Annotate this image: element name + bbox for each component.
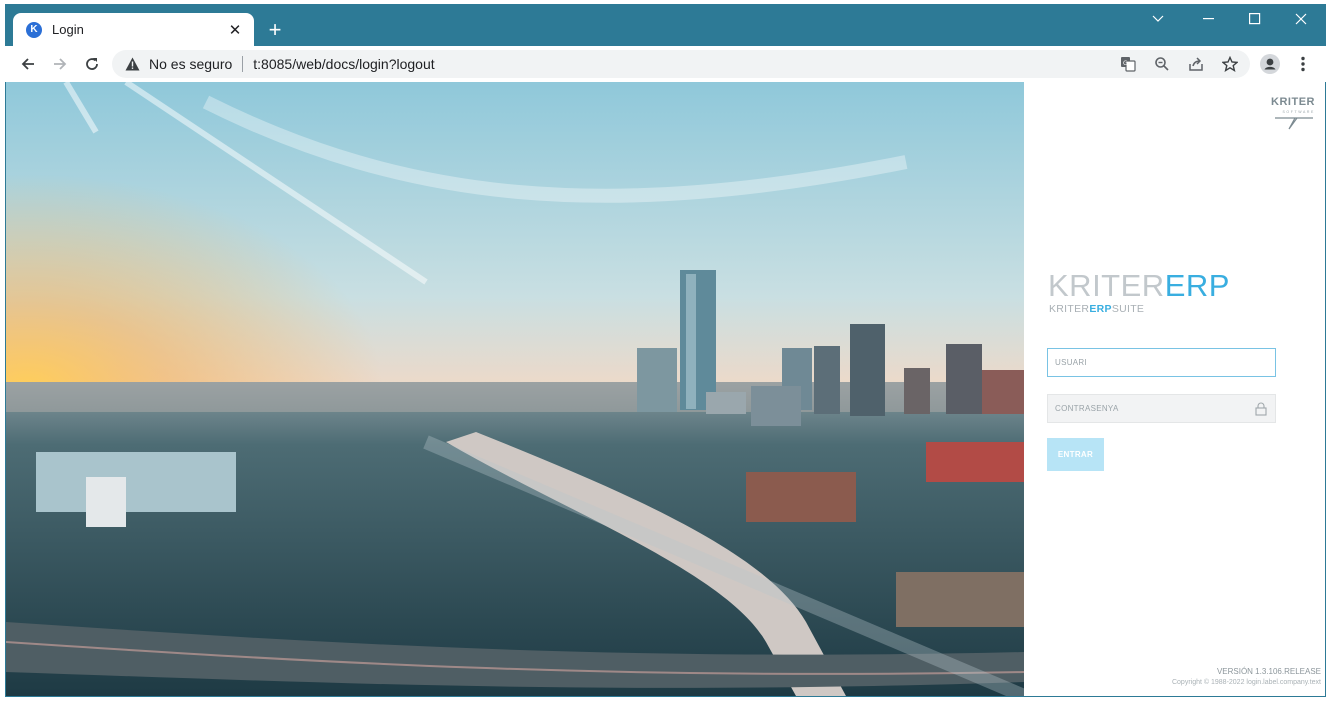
title-bar: K Login ✕ + xyxy=(5,4,1326,46)
login-panel: KRITER SOFTWARE KRITERERP KRITERERPSUITE… xyxy=(1024,82,1325,696)
share-icon[interactable] xyxy=(1182,50,1210,78)
maximize-icon[interactable] xyxy=(1232,4,1278,34)
address-separator xyxy=(242,56,244,72)
city-skyline-background-image xyxy=(6,82,1024,696)
back-arrow-icon[interactable] xyxy=(14,50,42,78)
suite-name-part2: ERP xyxy=(1089,303,1112,315)
address-bar[interactable]: No es seguro t:8085/web/docs/login?logou… xyxy=(112,50,1250,78)
tab-close-icon[interactable]: ✕ xyxy=(226,21,244,39)
address-bar-actions: G xyxy=(1114,50,1244,78)
bookmark-star-icon[interactable] xyxy=(1216,50,1244,78)
suite-name-part1: KRITER xyxy=(1049,303,1090,315)
username-input[interactable]: USUARI xyxy=(1047,348,1276,377)
minimize-icon[interactable] xyxy=(1186,4,1232,34)
lock-icon xyxy=(1255,402,1267,416)
kebab-menu-icon[interactable] xyxy=(1289,50,1317,78)
suite-name-part3: SUITE xyxy=(1111,303,1145,315)
svg-text:G: G xyxy=(1123,60,1128,67)
browser-tab-login[interactable]: K Login ✕ xyxy=(13,13,254,46)
security-status-text[interactable]: No es seguro xyxy=(149,56,232,72)
kriter-favicon-icon: K xyxy=(26,21,42,38)
product-name-part2: ERP xyxy=(1164,268,1230,303)
page-content: KRITER SOFTWARE KRITERERP KRITERERPSUITE… xyxy=(6,82,1325,696)
version-text: VERSIÓN 1.3.106.RELEASE xyxy=(1216,667,1321,676)
browser-toolbar: No es seguro t:8085/web/docs/login?logou… xyxy=(5,46,1326,82)
close-window-icon[interactable] xyxy=(1278,4,1324,34)
kriter-software-logo: KRITER SOFTWARE xyxy=(1269,96,1315,130)
zoom-icon[interactable] xyxy=(1148,50,1176,78)
password-input[interactable]: CONTRASENYA xyxy=(1047,394,1276,423)
product-name: KRITERERP xyxy=(1048,270,1230,301)
new-tab-button[interactable]: + xyxy=(263,17,287,42)
warning-triangle-icon[interactable] xyxy=(125,56,141,72)
reload-icon[interactable] xyxy=(78,50,106,78)
copyright-text: Copyright © 1988-2022 login.label.compan… xyxy=(1171,679,1321,686)
username-placeholder: USUARI xyxy=(1055,358,1088,367)
tab-title: Login xyxy=(52,22,84,37)
login-submit-button[interactable]: ENTRAR xyxy=(1047,438,1104,471)
logo-text: KRITER xyxy=(1271,96,1315,108)
product-name-part1: KRITER xyxy=(1048,268,1165,303)
url-text[interactable]: t:8085/web/docs/login?logout xyxy=(253,56,434,72)
translate-icon[interactable]: G xyxy=(1114,50,1142,78)
password-placeholder: CONTRASENYA xyxy=(1055,404,1119,413)
profile-avatar-icon[interactable] xyxy=(1256,50,1284,78)
suite-name: KRITERERPSUITE xyxy=(1049,303,1144,315)
forward-arrow-icon[interactable] xyxy=(46,50,74,78)
browser-window: K Login ✕ + No es seguro t:8085/web/docs… xyxy=(5,4,1326,697)
tab-search-chevron-icon[interactable] xyxy=(1135,4,1181,34)
